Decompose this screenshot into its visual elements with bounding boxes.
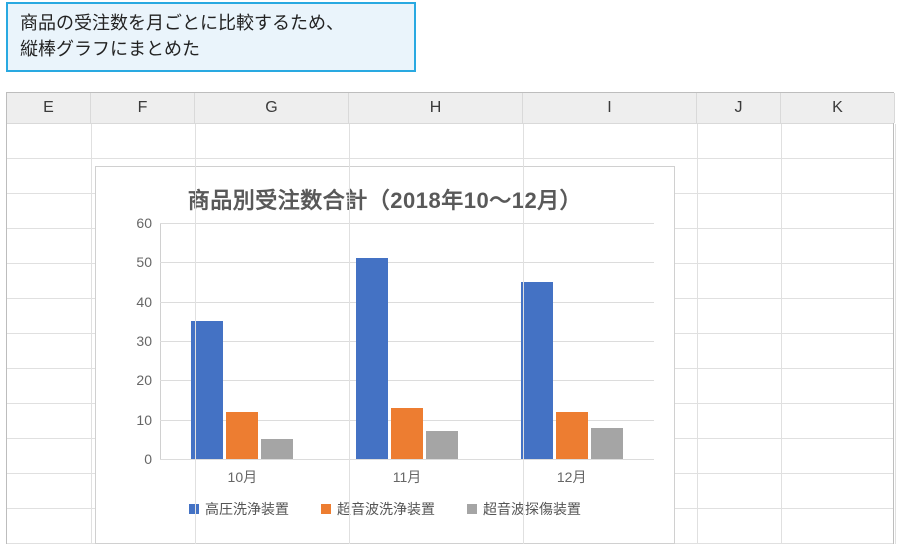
y-tick-label: 10 bbox=[136, 412, 152, 428]
x-category-label: 12月 bbox=[557, 467, 587, 487]
spreadsheet-frame: EFGHIJK 商品別受注数合計（2018年10～12月） 0102030405… bbox=[6, 92, 894, 544]
legend-label: 高圧洗浄装置 bbox=[205, 499, 289, 519]
chart-bar bbox=[226, 412, 258, 459]
grid-body[interactable]: 商品別受注数合計（2018年10～12月） 010203040506010月11… bbox=[7, 124, 893, 544]
column-header[interactable]: F bbox=[91, 93, 195, 123]
callout-line-1: 商品の受注数を月ごとに比較するため、 bbox=[20, 13, 344, 33]
legend-item: 高圧洗浄装置 bbox=[189, 499, 289, 519]
legend-label: 超音波洗浄装置 bbox=[337, 499, 435, 519]
y-tick-label: 60 bbox=[136, 215, 152, 231]
legend-item: 超音波探傷装置 bbox=[467, 499, 581, 519]
embedded-chart[interactable]: 商品別受注数合計（2018年10～12月） 010203040506010月11… bbox=[95, 166, 675, 544]
chart-bar bbox=[391, 408, 423, 459]
grid-column-line bbox=[781, 124, 782, 544]
grid-column-line bbox=[195, 124, 196, 544]
grid-column-line bbox=[349, 124, 350, 544]
legend-label: 超音波探傷装置 bbox=[483, 499, 581, 519]
grid-column-line bbox=[523, 124, 524, 544]
grid-column-line bbox=[697, 124, 698, 544]
chart-bar bbox=[556, 412, 588, 459]
y-tick-label: 40 bbox=[136, 294, 152, 310]
chart-bar bbox=[356, 258, 388, 459]
y-gridline bbox=[160, 262, 654, 263]
callout-line-2: 縦棒グラフにまとめた bbox=[20, 39, 200, 59]
column-header[interactable]: E bbox=[7, 93, 91, 123]
x-category-label: 10月 bbox=[228, 467, 258, 487]
y-tick-label: 0 bbox=[144, 451, 152, 467]
column-header[interactable]: I bbox=[523, 93, 697, 123]
y-gridline bbox=[160, 223, 654, 224]
y-gridline bbox=[160, 459, 654, 460]
column-headers-row: EFGHIJK bbox=[7, 93, 893, 124]
callout-box: 商品の受注数を月ごとに比較するため、 縦棒グラフにまとめた bbox=[6, 2, 416, 72]
column-header[interactable]: J bbox=[697, 93, 781, 123]
y-tick-label: 50 bbox=[136, 254, 152, 270]
legend-swatch bbox=[321, 504, 331, 514]
legend-swatch bbox=[467, 504, 477, 514]
y-tick-label: 30 bbox=[136, 333, 152, 349]
chart-bar bbox=[191, 321, 223, 459]
legend-swatch bbox=[189, 504, 199, 514]
legend-item: 超音波洗浄装置 bbox=[321, 499, 435, 519]
column-header[interactable]: H bbox=[349, 93, 523, 123]
y-gridline bbox=[160, 302, 654, 303]
chart-bar bbox=[261, 439, 293, 459]
chart-bar bbox=[521, 282, 553, 459]
chart-title: 商品別受注数合計（2018年10～12月） bbox=[96, 183, 674, 215]
column-header[interactable]: K bbox=[781, 93, 895, 123]
y-gridline bbox=[160, 380, 654, 381]
column-header[interactable]: G bbox=[195, 93, 349, 123]
chart-bar bbox=[426, 431, 458, 459]
chart-legend: 高圧洗浄装置 超音波洗浄装置 超音波探傷装置 bbox=[96, 499, 674, 519]
y-gridline bbox=[160, 341, 654, 342]
chart-bar bbox=[591, 428, 623, 459]
x-category-label: 11月 bbox=[393, 467, 422, 487]
plot-area: 010203040506010月11月12月 bbox=[160, 223, 654, 459]
y-tick-label: 20 bbox=[136, 372, 152, 388]
grid-column-line bbox=[895, 124, 896, 544]
grid-column-line bbox=[91, 124, 92, 544]
